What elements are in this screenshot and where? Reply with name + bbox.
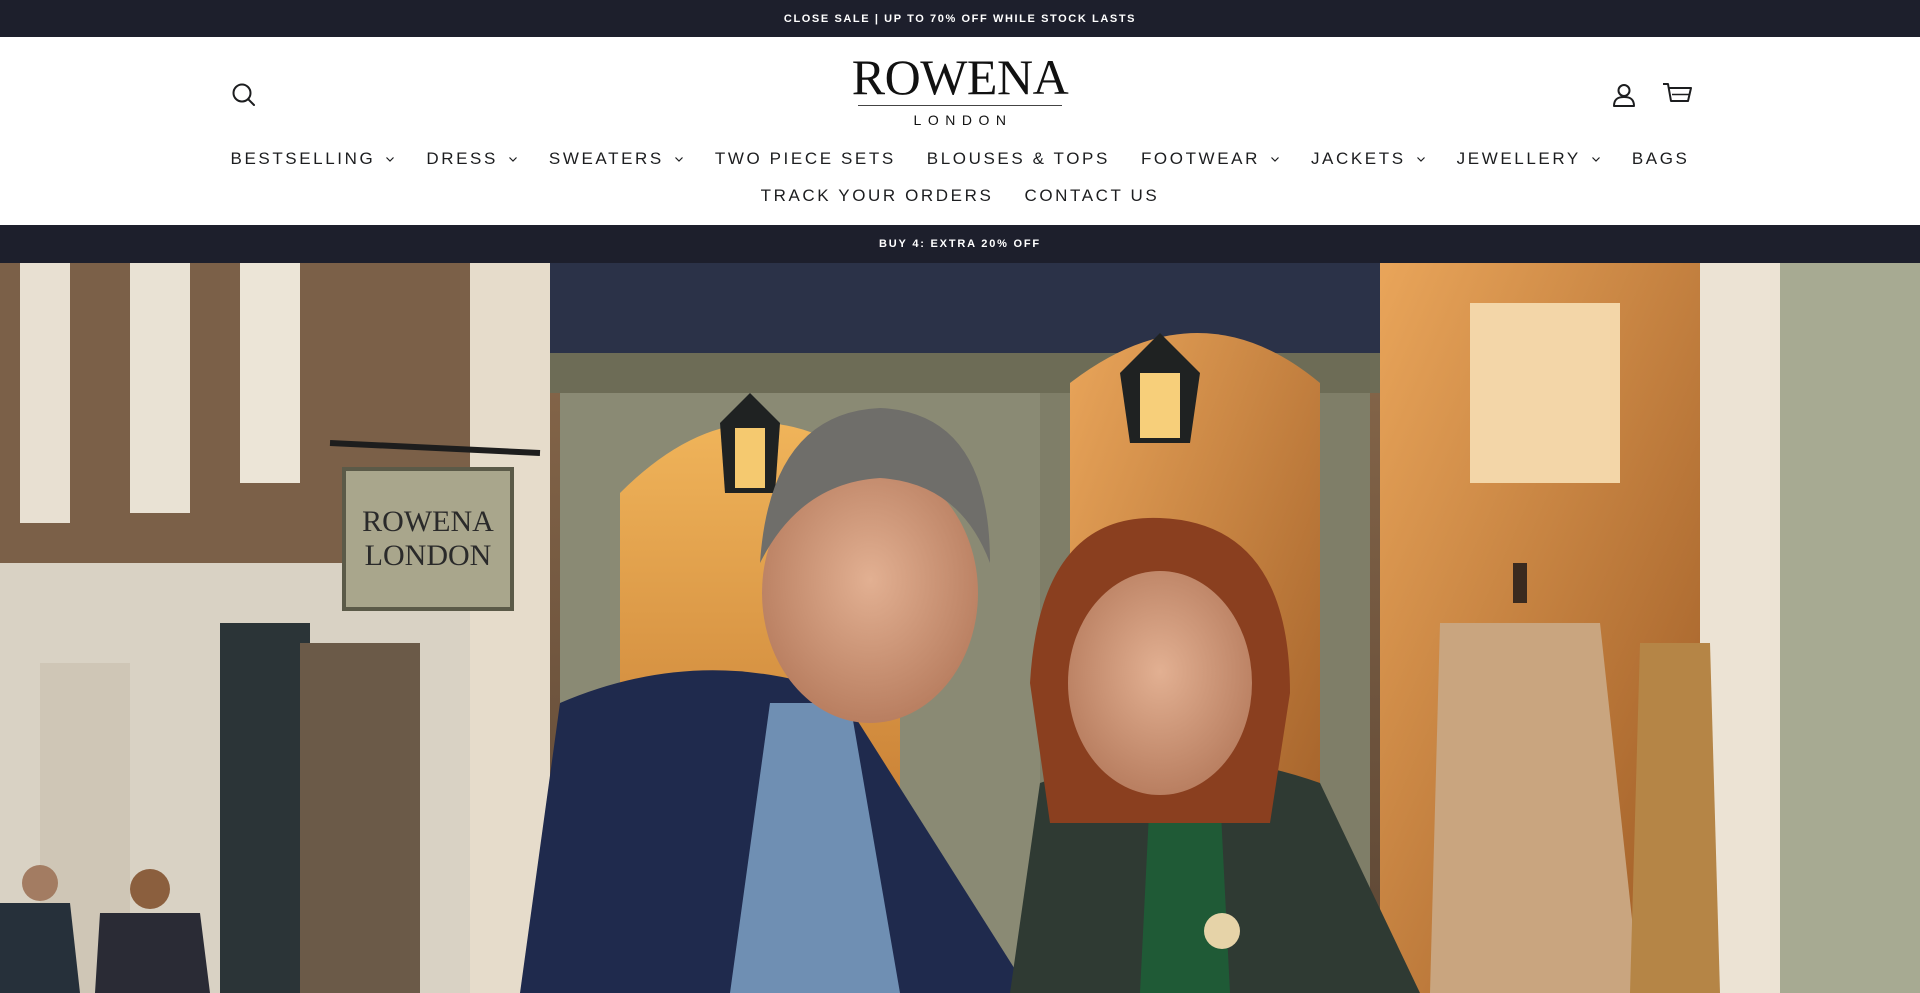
nav-item-contact-us[interactable]: CONTACT US (1024, 186, 1159, 206)
hero-image: ROWENA LONDON (0, 263, 1920, 993)
nav-item-label: BLOUSES & TOPS (926, 149, 1110, 168)
nav-item-blouses-tops[interactable]: BLOUSES & TOPS (927, 149, 1110, 169)
search-button[interactable] (228, 79, 260, 111)
main-nav-row1: BESTSELLING DRESS SWEATERS TWO PIECE SET… (0, 149, 1920, 169)
cart-button[interactable] (1660, 77, 1694, 111)
nav-item-label: SWEATERS (548, 149, 664, 168)
nav-item-bags[interactable]: BAGS (1632, 149, 1690, 169)
announcement-text: CLOSE SALE | UP TO 70% OFF WHILE STOCK L… (783, 12, 1137, 25)
nav-item-jewellery[interactable]: JEWELLERY (1457, 149, 1601, 169)
chevron-down-icon (1416, 154, 1426, 164)
site-header: ROWENA LONDON BESTSELLING DRESS SWEATERS… (0, 37, 1920, 225)
chevron-down-icon (1270, 154, 1280, 164)
nav-item-label: BAGS (1631, 149, 1690, 168)
nav-item-label: JEWELLERY (1456, 149, 1581, 168)
nav-item-bestselling[interactable]: BESTSELLING (231, 149, 396, 169)
logo-wordmark: ROWENA (851, 49, 1069, 105)
nav-item-sweaters[interactable]: SWEATERS (549, 149, 684, 169)
chevron-down-icon (1591, 154, 1601, 164)
nav-item-track-orders[interactable]: TRACK YOUR ORDERS (761, 186, 994, 206)
main-nav-row2: TRACK YOUR ORDERS CONTACT US (0, 186, 1920, 206)
hero-banner[interactable]: ROWENA LONDON (0, 263, 1920, 993)
logo-subtitle: LONDON (913, 112, 1013, 128)
nav-item-label: BESTSELLING (230, 149, 376, 168)
announcement-bar: CLOSE SALE | UP TO 70% OFF WHILE STOCK L… (0, 0, 1920, 37)
cart-icon (1663, 83, 1692, 102)
nav-item-label: TRACK YOUR ORDERS (760, 186, 994, 205)
promo-bar[interactable]: BUY 4: EXTRA 20% OFF (0, 225, 1920, 263)
nav-item-jackets[interactable]: JACKETS (1311, 149, 1426, 169)
promo-text: BUY 4: EXTRA 20% OFF (879, 238, 1041, 250)
nav-item-two-piece-sets[interactable]: TWO PIECE SETS (715, 149, 896, 169)
site-logo[interactable]: ROWENA LONDON (840, 51, 1080, 131)
chevron-down-icon (385, 154, 395, 164)
shop-sign-line1: ROWENA (362, 505, 494, 538)
chevron-down-icon (674, 154, 684, 164)
nav-item-label: TWO PIECE SETS (714, 149, 896, 168)
nav-item-label: DRESS (426, 149, 498, 168)
chevron-down-icon (508, 154, 518, 164)
nav-item-label: FOOTWEAR (1140, 149, 1260, 168)
shop-sign-line2: LONDON (365, 539, 492, 572)
nav-item-dress[interactable]: DRESS (426, 149, 518, 169)
nav-item-label: CONTACT US (1024, 186, 1160, 205)
nav-item-footwear[interactable]: FOOTWEAR (1141, 149, 1280, 169)
account-button[interactable] (1608, 79, 1640, 111)
user-icon (1613, 84, 1635, 107)
nav-item-label: JACKETS (1310, 149, 1406, 168)
search-icon (232, 83, 255, 106)
logo-divider (858, 105, 1062, 106)
